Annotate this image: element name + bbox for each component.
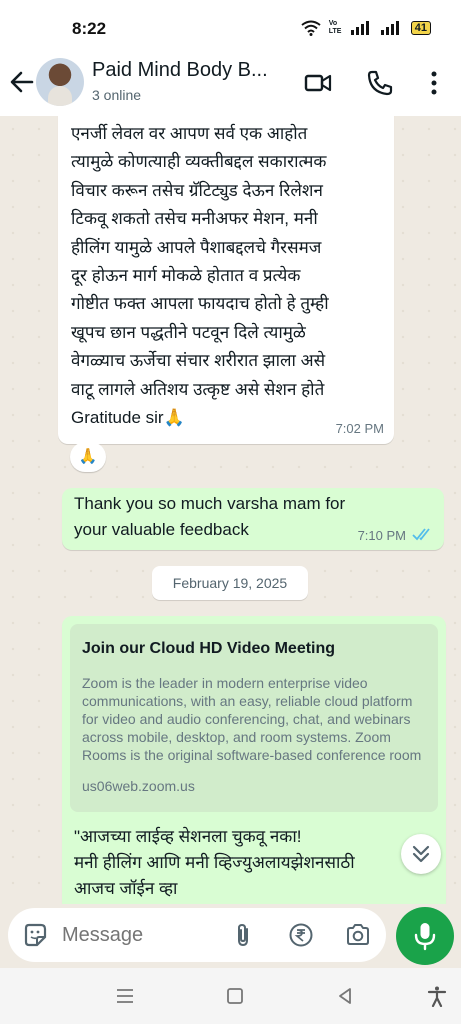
message-text: Thank you so much varsha mam for your va…: [74, 491, 394, 543]
signal-icon: [350, 21, 369, 35]
message-line: गोष्टीत फक्त आपला फायदाच होतो हे तुम्ही: [71, 294, 329, 314]
message-line: "आजच्या लाईव्ह सेशनला चुकवू नका!: [74, 827, 302, 846]
message-line: विचार करून तसेच ग्रॅटिट्युड देऊन रिलेशन: [71, 180, 323, 200]
link-preview-domain: us06web.zoom.us: [82, 778, 195, 794]
video-call-icon[interactable]: [304, 69, 332, 97]
message-line: आजच जॉईन व्हा: [74, 879, 178, 898]
message-line: वेगळ्याच ऊर्जेचा संचार शरीरात झाला असे: [71, 351, 326, 371]
message-line: Thank you so much varsha mam for: [74, 494, 346, 513]
message-line: एनर्जी लेवल वर आपण सर्व एक आहोत: [71, 124, 308, 143]
link-preview[interactable]: Join our Cloud HD Video Meeting Zoom is …: [70, 624, 438, 812]
back-arrow-icon[interactable]: [8, 68, 36, 96]
microphone-icon: [414, 923, 436, 951]
chat-area[interactable]: एनर्जी लेवल वर आपण सर्व एक आहोत त्यामुळे…: [0, 116, 461, 904]
chat-title[interactable]: Paid Mind Body B...: [92, 59, 284, 82]
message-line: your valuable feedback: [74, 520, 249, 539]
message-line: त्यामुळे कोणत्याही व्यक्तीबद्दल सकारात्म…: [71, 152, 327, 172]
double-chevron-down-icon: [412, 845, 430, 863]
status-icons: Vo LTE 41: [301, 20, 431, 36]
camera-icon[interactable]: [345, 922, 371, 948]
scroll-to-bottom-button[interactable]: [401, 834, 441, 874]
outgoing-message[interactable]: Thank you so much varsha mam for your va…: [62, 488, 444, 550]
message-line: हीलिंग यामुळे आपले पैशाबद्दलचे गैरसमज: [71, 237, 322, 257]
message-input[interactable]: [62, 924, 212, 947]
incoming-message[interactable]: एनर्जी लेवल वर आपण सर्व एक आहोत त्यामुळे…: [58, 116, 394, 444]
message-line: खूपच छान पद्धतीने पटवून दिले त्यामुळे: [71, 322, 306, 342]
message-line: वाटू लागले अतिशय उत्कृष्ट असे सेशन होते: [71, 379, 325, 399]
message-line: मनी हीलिंग आणि मनी व्हिज्युअलायझेशनसाठी: [74, 853, 355, 872]
more-options-icon[interactable]: [420, 69, 448, 97]
message-text: "आजच्या लाईव्ह सेशनला चुकवू नका! मनी हील…: [74, 824, 434, 902]
outgoing-link-message[interactable]: Join our Cloud HD Video Meeting Zoom is …: [62, 616, 446, 904]
attachment-icon[interactable]: [230, 922, 256, 948]
wifi-icon: [301, 20, 321, 36]
battery-indicator: 41: [410, 21, 431, 35]
message-line: दूर होऊन मार्ग मोकळे होतात व प्रत्येक: [71, 266, 301, 286]
group-avatar[interactable]: [36, 58, 84, 106]
status-bar: 8:22 Vo LTE 41: [0, 0, 461, 52]
sticker-icon[interactable]: [22, 922, 48, 948]
online-status[interactable]: 3 online: [92, 87, 141, 103]
payment-rupee-icon[interactable]: [288, 922, 314, 948]
volte-label: Vo LTE: [328, 20, 342, 35]
chat-header: Paid Mind Body B... 3 online: [0, 52, 461, 116]
input-bar: [0, 904, 461, 968]
recent-apps-icon[interactable]: [114, 985, 136, 1007]
back-nav-icon[interactable]: [334, 985, 356, 1007]
system-nav-bar: [0, 968, 461, 1024]
accessibility-icon[interactable]: [426, 985, 448, 1007]
date-separator: February 19, 2025: [152, 566, 308, 600]
signal-icon-2: [380, 21, 399, 35]
read-receipt-icon: [412, 528, 430, 541]
status-time: 8:22: [72, 19, 107, 38]
message-reaction[interactable]: 🙏: [70, 442, 106, 472]
message-time: 7:10 PM: [357, 528, 406, 543]
home-icon[interactable]: [224, 985, 246, 1007]
message-time: 7:02 PM: [335, 421, 384, 436]
message-input-container: [8, 908, 386, 962]
voice-record-button[interactable]: [396, 907, 454, 965]
message-line: टिकवू शकतो तसेच मनीअफर मेशन, मनी: [71, 209, 318, 229]
message-text: एनर्जी लेवल वर आपण सर्व एक आहोत त्यामुळे…: [71, 120, 389, 432]
link-preview-description: Zoom is the leader in modern enterprise …: [82, 675, 422, 763]
voice-call-icon[interactable]: [366, 69, 394, 97]
link-preview-title: Join our Cloud HD Video Meeting: [82, 640, 336, 657]
